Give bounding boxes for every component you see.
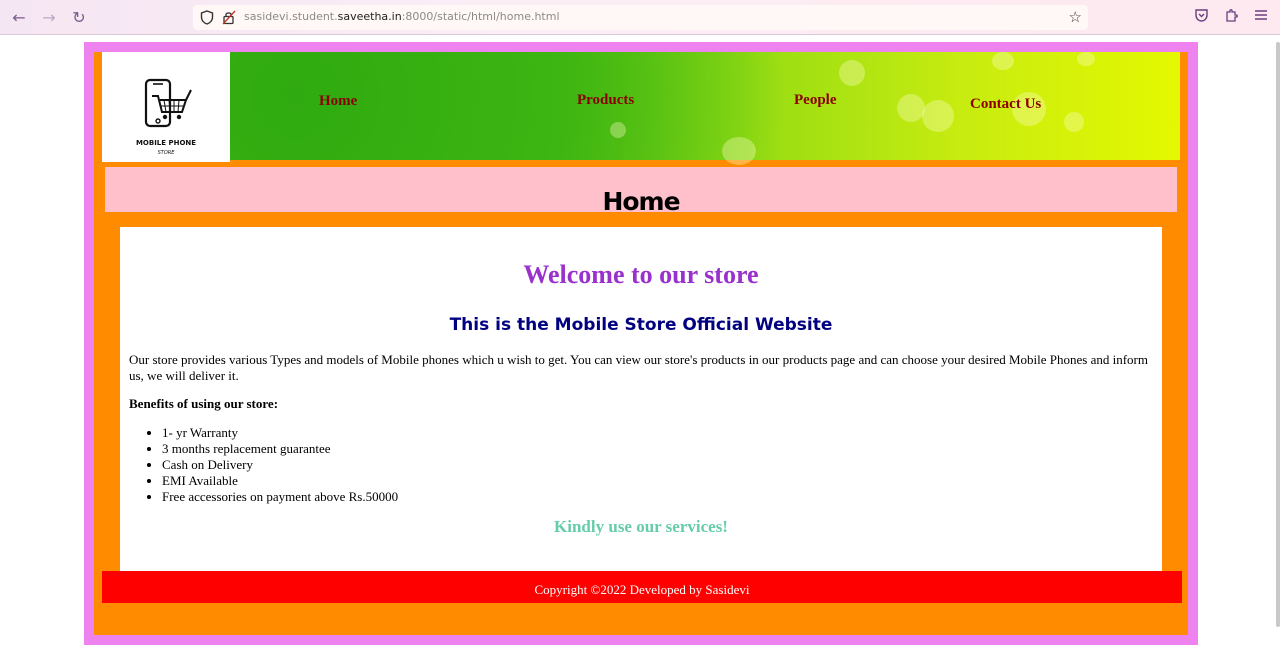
bokeh-light: [722, 137, 756, 165]
store-logo[interactable]: MOBILE PHONE STORE: [102, 52, 230, 162]
welcome-heading: Welcome to our store: [523, 260, 759, 289]
bokeh-light: [839, 60, 865, 86]
bokeh-light: [922, 100, 954, 132]
list-item: 3 months replacement guarantee: [162, 441, 398, 457]
insecure-lock-icon[interactable]: [222, 10, 236, 25]
page-container: MOBILE PHONE STORE Home Products People …: [94, 52, 1188, 635]
list-item: 1- yr Warranty: [162, 425, 398, 441]
bokeh-light: [610, 122, 626, 138]
nav-link-products[interactable]: Products: [577, 92, 634, 109]
page-scrollbar[interactable]: [1276, 42, 1280, 627]
subtitle-heading: This is the Mobile Store Official Websit…: [449, 315, 833, 335]
logo-subtitle: STORE: [157, 150, 175, 156]
nav-link-contact-us[interactable]: Contact Us: [970, 96, 1041, 113]
list-item: EMI Available: [162, 473, 398, 489]
page-outer-border: MOBILE PHONE STORE Home Products People …: [84, 42, 1198, 645]
bokeh-light: [1064, 112, 1084, 132]
bokeh-light: [992, 52, 1014, 70]
back-arrow-icon[interactable]: ←: [9, 8, 29, 28]
copyright-text: Copyright ©2022 Developed by Sasidevi: [534, 582, 750, 597]
nav-link-home[interactable]: Home: [319, 93, 357, 110]
logo-title: MOBILE PHONE: [135, 139, 197, 147]
bokeh-light: [1077, 52, 1095, 66]
extensions-icon[interactable]: [1224, 8, 1239, 28]
header-banner: MOBILE PHONE STORE Home Products People …: [102, 52, 1180, 165]
browser-toolbar: ← → ↻ sasidevi.student.saveetha.in:8000/…: [0, 0, 1280, 35]
benefits-list: 1- yr Warranty 3 months replacement guar…: [162, 425, 398, 505]
main-content: Welcome to our store This is the Mobile …: [120, 227, 1162, 572]
closing-message: Kindly use our services!: [554, 517, 728, 536]
pocket-icon[interactable]: [1194, 8, 1209, 28]
reload-icon[interactable]: ↻: [69, 8, 89, 28]
nav-link-people[interactable]: People: [794, 92, 837, 109]
page-title: Home: [602, 187, 680, 216]
bookmark-star-icon[interactable]: ☆: [1069, 8, 1082, 26]
url-text: sasidevi.student.saveetha.in:8000/static…: [244, 10, 560, 23]
list-item: Free accessories on payment above Rs.500…: [162, 489, 398, 505]
address-bar[interactable]: sasidevi.student.saveetha.in:8000/static…: [193, 5, 1088, 30]
mobile-cart-icon: [144, 78, 192, 128]
bokeh-light: [897, 94, 925, 122]
intro-paragraph: Our store provides various Types and mod…: [129, 352, 1148, 383]
menu-hamburger-icon[interactable]: [1254, 8, 1268, 28]
shield-icon[interactable]: [200, 10, 214, 25]
page-title-bar: Home: [105, 167, 1177, 216]
footer: Copyright ©2022 Developed by Sasidevi: [102, 571, 1182, 603]
benefits-heading: Benefits of using our store:: [129, 396, 279, 411]
list-item: Cash on Delivery: [162, 457, 398, 473]
forward-arrow-icon[interactable]: →: [39, 8, 59, 28]
